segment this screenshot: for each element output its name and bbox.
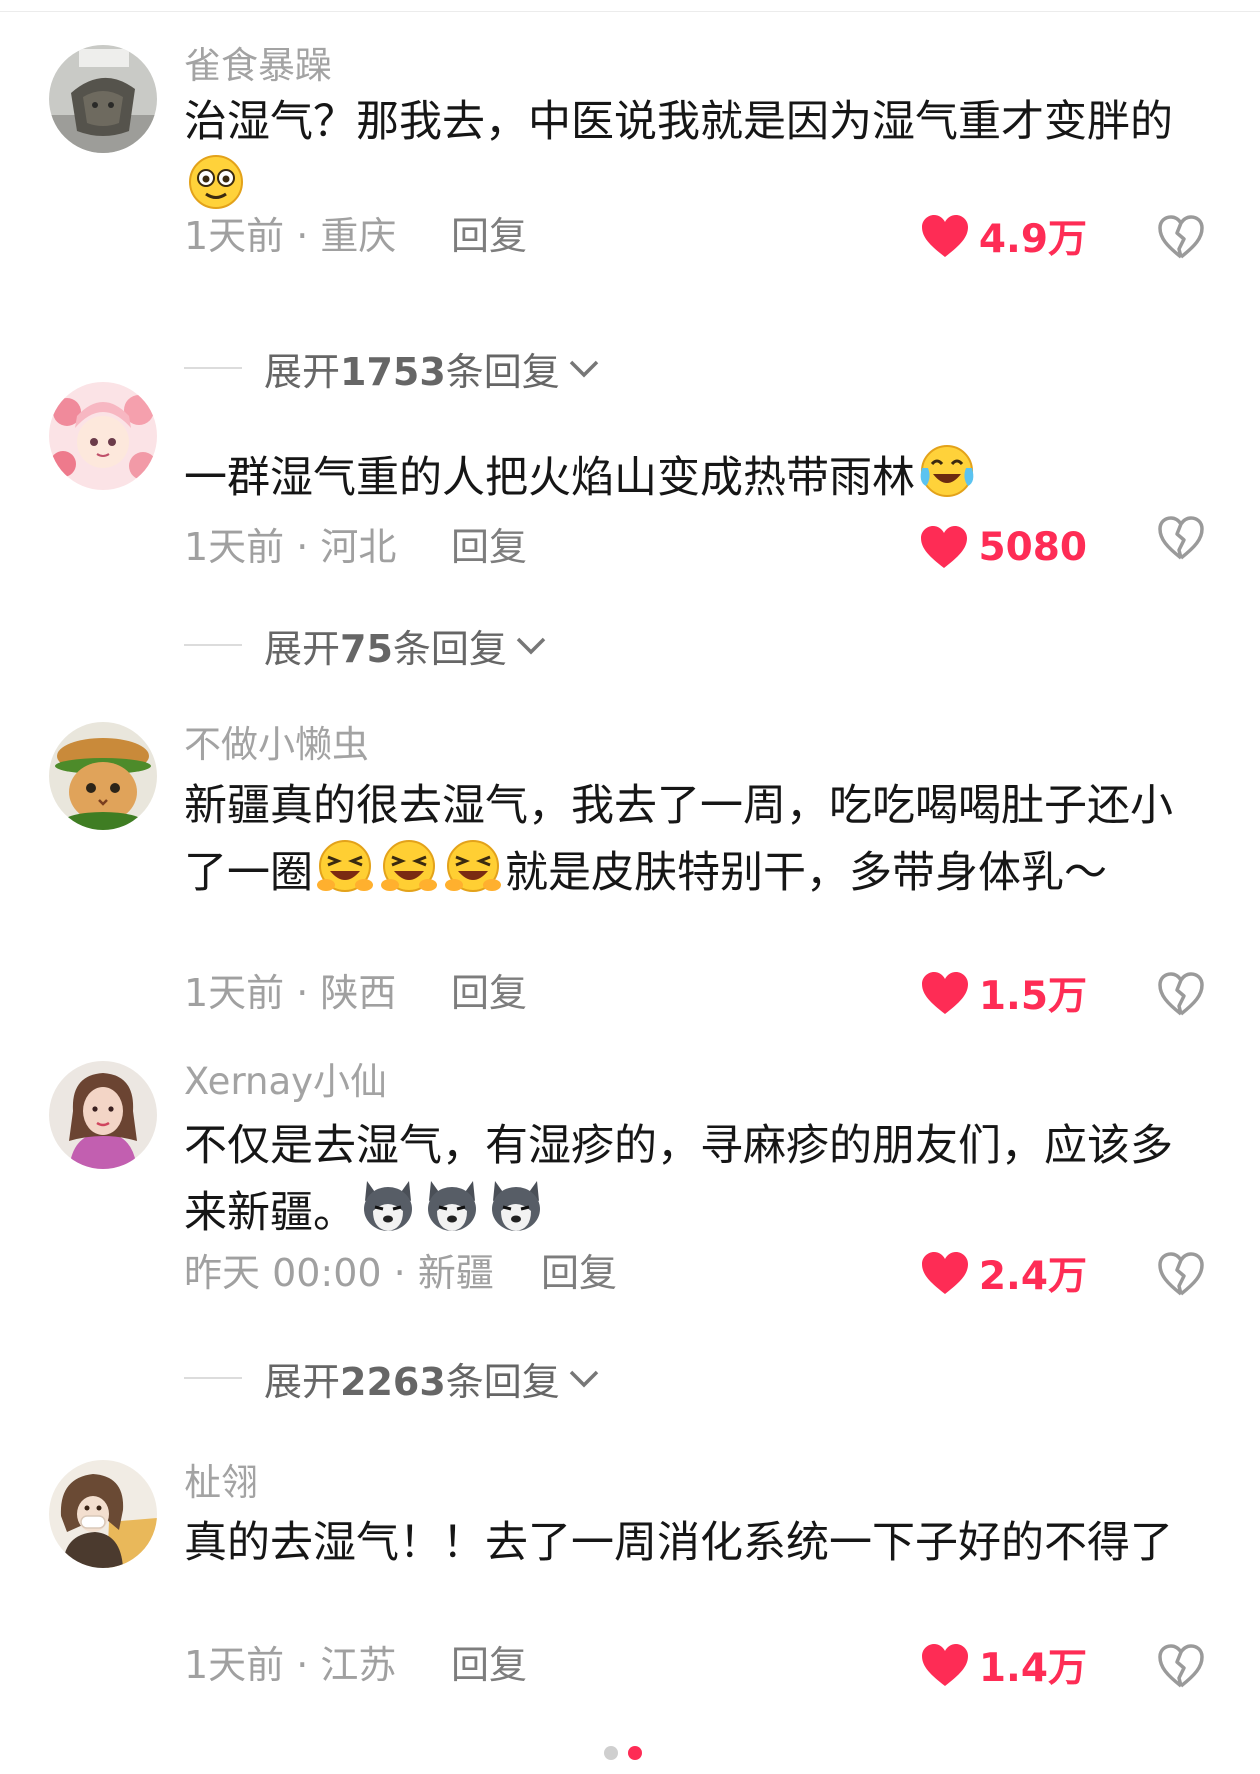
comment-text: 真的去湿气！！去了一周消化系统一下子好的不得了 bbox=[184, 1518, 1173, 1568]
broken-heart-icon[interactable] bbox=[1157, 1250, 1205, 1298]
divider bbox=[184, 1377, 242, 1379]
comment-text: 不仅是去湿气，有湿疹的，寻麻疹的朋友们，应该多来新疆。 bbox=[184, 1121, 1173, 1238]
page-indicator bbox=[604, 1746, 642, 1760]
broken-heart-icon[interactable] bbox=[1157, 213, 1205, 261]
laughing-squint-icon bbox=[316, 837, 374, 895]
avatar[interactable] bbox=[49, 382, 157, 490]
comment-text: 新疆真的很去湿气，我去了一周，吃吃喝喝肚子还小了一圈 就是皮肤特别干，多带身体乳… bbox=[184, 781, 1173, 898]
like-count: 5080 bbox=[978, 524, 1087, 570]
broken-heart-icon[interactable] bbox=[1157, 970, 1205, 1018]
avatar[interactable] bbox=[49, 1061, 157, 1169]
avatar[interactable] bbox=[49, 722, 157, 830]
username[interactable]: 不做小懒虫 bbox=[184, 721, 369, 769]
like-button[interactable]: 1.5万 bbox=[921, 968, 1087, 1019]
laughing-squint-icon bbox=[444, 837, 502, 895]
expand-replies-label: 展开75条回复 bbox=[264, 626, 507, 671]
expand-replies-button[interactable]: 展开1753条回复 bbox=[184, 343, 600, 394]
expand-replies-button[interactable]: 展开2263条回复 bbox=[184, 1353, 600, 1404]
username[interactable]: Xernay小仙 bbox=[184, 1058, 387, 1106]
top-divider bbox=[0, 0, 1260, 12]
reply-button[interactable]: 回复 bbox=[541, 1248, 617, 1298]
comment-meta: 1天前 · 陕西 bbox=[184, 971, 397, 1015]
like-button[interactable]: 4.9万 bbox=[921, 211, 1087, 262]
comment-meta: 1天前 · 江苏 bbox=[184, 1643, 397, 1687]
like-button[interactable]: 1.4万 bbox=[921, 1640, 1087, 1691]
chevron-down-icon bbox=[568, 1367, 600, 1389]
expand-replies-label: 展开1753条回复 bbox=[264, 349, 560, 394]
husky-face-icon bbox=[487, 1177, 545, 1235]
divider bbox=[184, 644, 242, 646]
page-dot[interactable] bbox=[604, 1746, 618, 1760]
avatar[interactable] bbox=[49, 1460, 157, 1568]
husky-face-icon bbox=[423, 1177, 481, 1235]
like-button[interactable]: 5080 bbox=[920, 522, 1087, 572]
laughing-squint-icon bbox=[380, 837, 438, 895]
heart-icon bbox=[921, 971, 969, 1015]
like-count: 2.4万 bbox=[978, 1254, 1087, 1299]
comment-text: 一群湿气重的人把火焰山变成热带雨林 bbox=[184, 442, 1194, 509]
expand-replies-label: 展开2263条回复 bbox=[264, 1359, 560, 1404]
like-count: 1.5万 bbox=[978, 974, 1087, 1019]
husky-face-icon bbox=[359, 1177, 417, 1235]
broken-heart-icon[interactable] bbox=[1157, 514, 1205, 562]
heart-icon bbox=[920, 525, 968, 569]
avatar[interactable] bbox=[49, 45, 157, 153]
tears-of-joy-icon bbox=[918, 442, 976, 500]
reply-button[interactable]: 回复 bbox=[451, 211, 527, 261]
comment-meta: 昨天 00:00 · 新疆 bbox=[184, 1251, 494, 1295]
expand-replies-button[interactable]: 展开75条回复 bbox=[184, 620, 547, 671]
heart-icon bbox=[921, 1251, 969, 1295]
reply-button[interactable]: 回复 bbox=[451, 968, 527, 1018]
comment-text: 治湿气？那我去，中医说我就是因为湿气重才变胖的 bbox=[184, 92, 1194, 220]
comment-meta: 1天前 · 重庆 bbox=[184, 214, 397, 258]
reply-button[interactable]: 回复 bbox=[451, 522, 527, 572]
divider bbox=[184, 367, 242, 369]
like-button[interactable]: 2.4万 bbox=[921, 1248, 1087, 1299]
heart-icon bbox=[921, 1643, 969, 1687]
page-dot-active[interactable] bbox=[628, 1746, 642, 1760]
comment-meta: 1天前 · 河北 bbox=[184, 525, 397, 569]
broken-heart-icon[interactable] bbox=[1157, 1642, 1205, 1690]
flushed-face-icon bbox=[187, 153, 245, 211]
chevron-down-icon bbox=[568, 357, 600, 379]
heart-icon bbox=[921, 214, 969, 258]
like-count: 4.9万 bbox=[978, 217, 1087, 262]
like-count: 1.4万 bbox=[978, 1646, 1087, 1691]
username[interactable]: 杫翎 bbox=[184, 1459, 258, 1507]
reply-button[interactable]: 回复 bbox=[451, 1640, 527, 1690]
username[interactable]: 雀食暴躁 bbox=[184, 42, 332, 90]
chevron-down-icon bbox=[515, 634, 547, 656]
